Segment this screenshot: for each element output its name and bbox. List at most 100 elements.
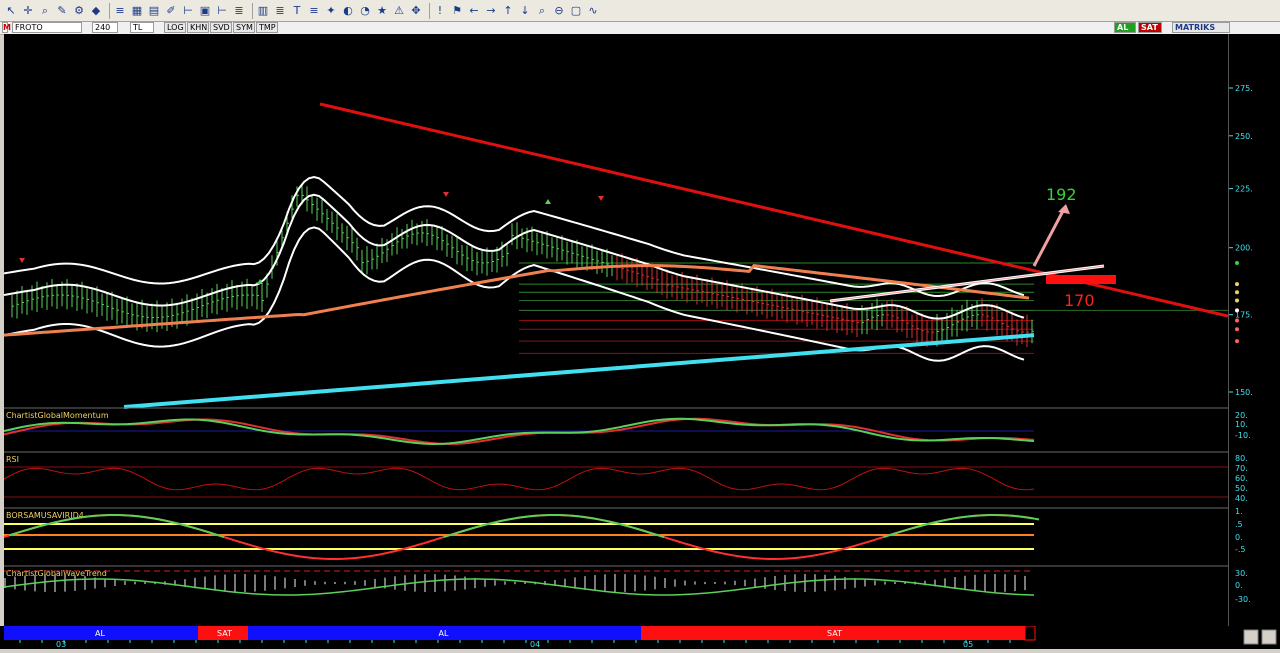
frame-icon[interactable]: ▢ bbox=[569, 4, 583, 18]
wave-histogram-bar bbox=[364, 580, 366, 586]
flag-icon[interactable]: ⚑ bbox=[450, 4, 464, 18]
menu-icon[interactable]: M bbox=[2, 22, 11, 33]
chart-area[interactable]: 192 170 ChartistGlobalMomentum RSI BORSAMUSA… bbox=[3, 34, 1229, 626]
sym-button[interactable]: SYM bbox=[233, 22, 255, 33]
gauge-icon[interactable]: ◔ bbox=[358, 4, 372, 18]
buy-arrow-icon bbox=[545, 199, 551, 204]
wave-histogram-bar bbox=[494, 580, 496, 586]
layout-icon[interactable]: ▥ bbox=[256, 4, 270, 18]
palette-icon[interactable]: ◐ bbox=[341, 4, 355, 18]
alert-icon[interactable]: ! bbox=[433, 4, 447, 18]
level-marker bbox=[1235, 282, 1239, 287]
wave-histogram-bar bbox=[664, 578, 666, 588]
ruler-icon[interactable]: ⊢ bbox=[181, 4, 195, 18]
svd-button[interactable]: SVD bbox=[210, 22, 232, 33]
grid-icon[interactable]: ▦ bbox=[130, 4, 144, 18]
wave-line bbox=[3, 578, 1035, 596]
wave-histogram-bar bbox=[104, 578, 106, 588]
wave-histogram-bar bbox=[814, 574, 816, 592]
scale-button[interactable]: LOG bbox=[164, 22, 186, 33]
arrow-left-icon[interactable]: ← bbox=[467, 4, 481, 18]
toolbar-separator bbox=[252, 2, 253, 19]
indicator-tick-label: 50. bbox=[1235, 484, 1248, 493]
draw-icon[interactable]: ✎ bbox=[55, 4, 69, 18]
list2-icon[interactable]: ≡ bbox=[307, 4, 321, 18]
indicator-tick-label: 70. bbox=[1235, 464, 1248, 473]
level-marker bbox=[1235, 308, 1239, 313]
signal-tail bbox=[1024, 625, 1036, 641]
price-axis: 275.250.225.200.175.150.176.520.10.-10.8… bbox=[1195, 34, 1280, 626]
stack2-icon[interactable]: ≣ bbox=[273, 4, 287, 18]
support-trend-line bbox=[123, 333, 1035, 409]
move-icon[interactable]: ✥ bbox=[409, 4, 423, 18]
sat-tag[interactable]: SAT bbox=[1138, 22, 1162, 33]
table-icon[interactable]: ▤ bbox=[147, 4, 161, 18]
wave-histogram-bar bbox=[994, 574, 996, 592]
refresh-button bbox=[1243, 629, 1259, 645]
wave-histogram-bar bbox=[344, 581, 346, 585]
target-down-block bbox=[1046, 275, 1116, 284]
borsa-rising-line bbox=[8, 514, 1040, 539]
crosshair-icon[interactable]: ✛ bbox=[21, 4, 35, 18]
fill-icon[interactable]: ◆ bbox=[89, 4, 103, 18]
wave-histogram-bar bbox=[244, 574, 246, 592]
wave-histogram-bar bbox=[214, 575, 216, 591]
text-icon[interactable]: T bbox=[290, 4, 304, 18]
wave-histogram-bar bbox=[754, 578, 756, 588]
level-marker bbox=[1235, 260, 1239, 265]
pointer-icon[interactable]: ↖ bbox=[4, 4, 18, 18]
price-tick-label: 250. bbox=[1235, 132, 1253, 141]
wave-histogram-bar bbox=[654, 576, 656, 590]
wave-histogram-bar bbox=[714, 581, 716, 585]
brand-label: MATRIKS bbox=[1172, 22, 1230, 33]
wave-histogram-bar bbox=[434, 574, 436, 592]
wave-histogram-bar bbox=[774, 575, 776, 591]
wave-histogram-bar bbox=[394, 576, 396, 590]
stack-icon[interactable]: ≣ bbox=[232, 4, 246, 18]
indicator-tick-label: -30. bbox=[1235, 595, 1251, 604]
list-icon[interactable]: ≡ bbox=[113, 4, 127, 18]
currency-field[interactable]: TL bbox=[130, 22, 154, 33]
zoom-icon[interactable]: ⌕ bbox=[38, 4, 52, 18]
period-field[interactable]: 240 bbox=[92, 22, 118, 33]
indicator-label: ChartistGlobalMomentum bbox=[6, 411, 109, 420]
al-tag[interactable]: AL bbox=[1114, 22, 1136, 33]
ruler2-icon[interactable]: ⊢ bbox=[215, 4, 229, 18]
wave-histogram-bar bbox=[54, 574, 56, 592]
sell-arrow-icon bbox=[443, 192, 449, 197]
wave-histogram-bar bbox=[824, 574, 826, 592]
price-tick-label: 150. bbox=[1235, 388, 1253, 397]
arrow-right-icon[interactable]: → bbox=[484, 4, 498, 18]
khn-button[interactable]: KHN bbox=[187, 22, 209, 33]
star-icon[interactable]: ★ bbox=[375, 4, 389, 18]
graph-icon[interactable]: ∿ bbox=[586, 4, 600, 18]
arrow-up-icon[interactable]: ↑ bbox=[501, 4, 515, 18]
wave-histogram-bar bbox=[144, 581, 146, 585]
wave-histogram-bar bbox=[44, 574, 46, 592]
app-window: ↖ ✛ ⌕ ✎ ⚙ ◆ ≡ ▦ ▤ ✐ ⊢ ▣ ⊢ ≣ ▥ ≣ T ≡ ✦ ◐ ◔ ★ ⚠ ✥! ⚑ ← → ↑ ↓ ⌕ ⊖ ▢ ∿ M FRO… bbox=[0, 0, 1280, 649]
wave-histogram-bar bbox=[504, 581, 506, 585]
indicator-tick-label: -.5 bbox=[1235, 545, 1246, 554]
arrow-down-icon[interactable]: ↓ bbox=[518, 4, 532, 18]
tmp-button[interactable]: TMP bbox=[256, 22, 278, 33]
target-up-label: 192 bbox=[1046, 185, 1077, 204]
pen-icon[interactable]: ✐ bbox=[164, 4, 178, 18]
settings-icon[interactable]: ⚙ bbox=[72, 4, 86, 18]
calendar-icon[interactable]: ▣ bbox=[198, 4, 212, 18]
warning-icon[interactable]: ⚠ bbox=[392, 4, 406, 18]
target-down-label: 170 bbox=[1064, 291, 1095, 310]
signal-segment-label: AL bbox=[95, 629, 105, 638]
sell-arrow-icon bbox=[19, 258, 25, 263]
wave-histogram-bar bbox=[514, 581, 516, 585]
level-marker bbox=[1235, 290, 1239, 295]
wave-histogram-bar bbox=[224, 574, 226, 592]
marker-icon[interactable]: ✦ bbox=[324, 4, 338, 18]
target-arrow-head bbox=[1058, 204, 1070, 214]
wave-histogram-bar bbox=[114, 580, 116, 586]
search-icon[interactable]: ⌕ bbox=[535, 4, 549, 18]
wave-histogram-bar bbox=[74, 575, 76, 591]
toolbar: ↖ ✛ ⌕ ✎ ⚙ ◆ ≡ ▦ ▤ ✐ ⊢ ▣ ⊢ ≣ ▥ ≣ T ≡ ✦ ◐ ◔ ★ ⚠ ✥! ⚑ ← → ↑ ↓ ⌕ ⊖ ▢ ∿ bbox=[0, 0, 1280, 22]
symbol-field[interactable]: FROTO bbox=[12, 22, 82, 33]
zoom-out-icon[interactable]: ⊖ bbox=[552, 4, 566, 18]
wave-histogram-bar bbox=[1024, 575, 1026, 591]
